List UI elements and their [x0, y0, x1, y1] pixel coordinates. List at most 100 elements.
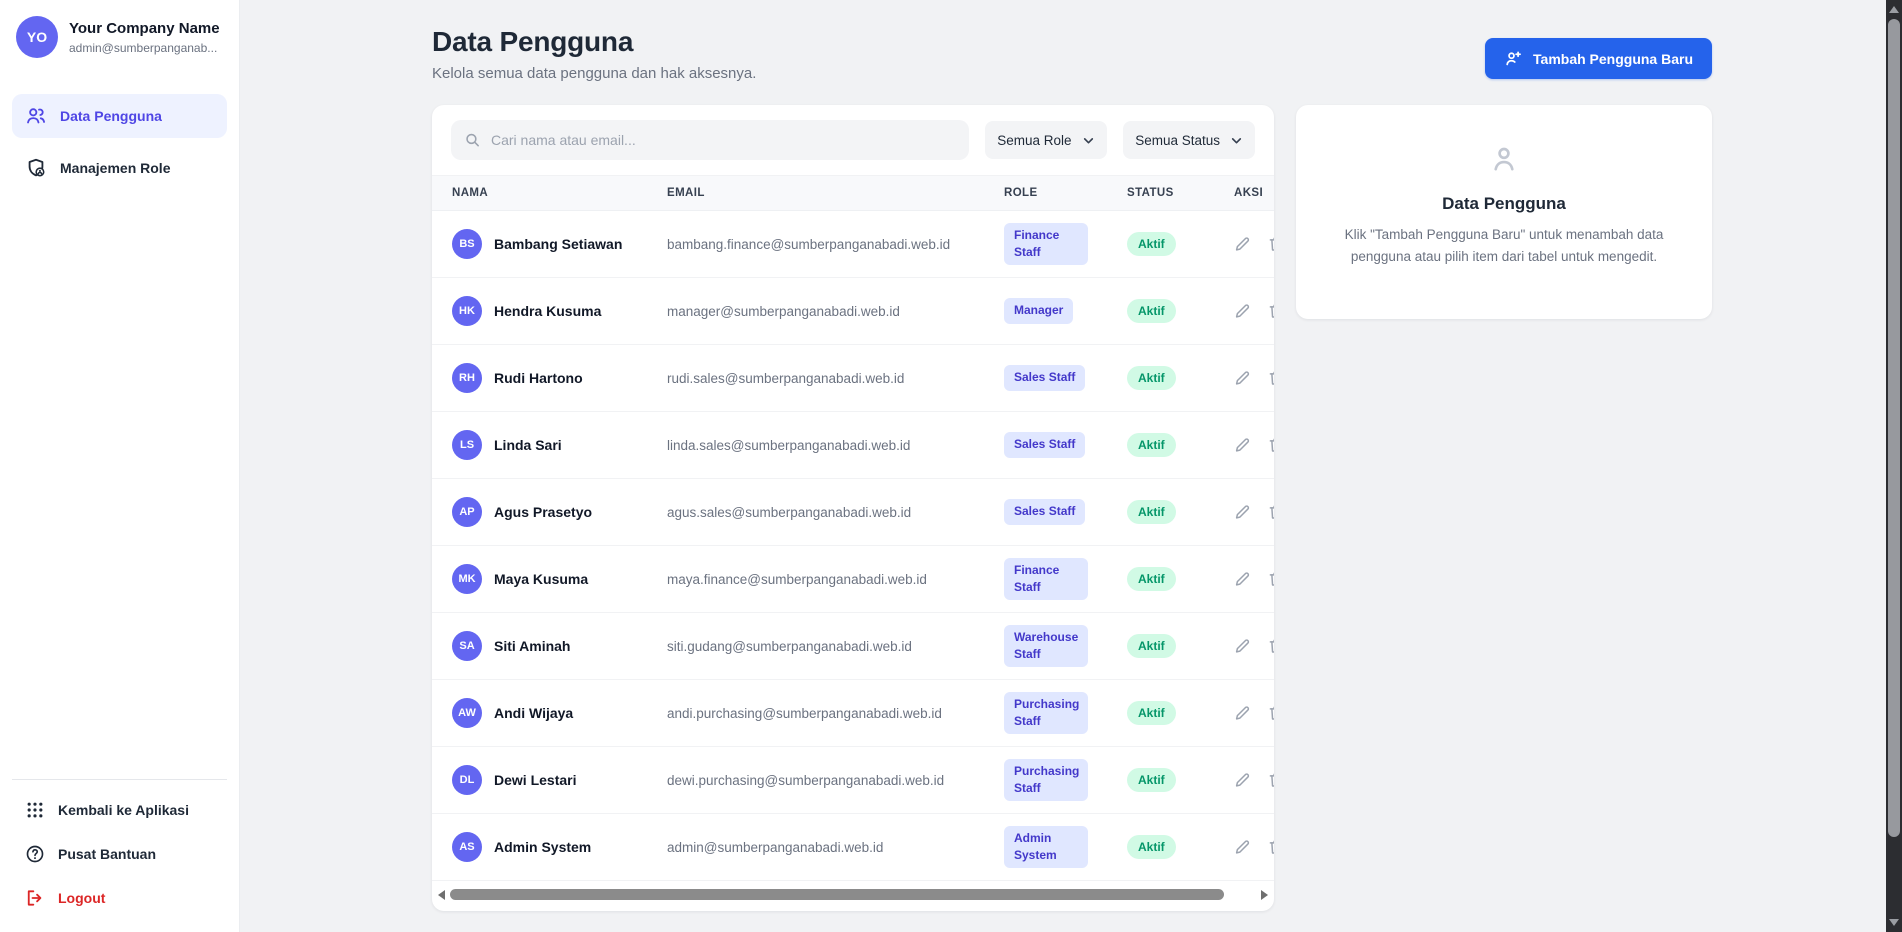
search-input[interactable] [451, 120, 969, 160]
user-name: Hendra Kusuma [494, 303, 601, 319]
main-content: Data Pengguna Kelola semua data pengguna… [240, 0, 1902, 932]
sidebar-item-label: Manajemen Role [60, 160, 170, 176]
add-user-button[interactable]: Tambah Pengguna Baru [1485, 38, 1712, 79]
role-badge: Purchasing Staff [1004, 692, 1088, 735]
person-icon [1488, 143, 1520, 175]
logout-icon [25, 888, 45, 908]
sidebar-footer: Kembali ke Aplikasi Pusat Bantuan Logo [12, 779, 227, 918]
chevron-down-icon [1230, 134, 1243, 147]
table-row[interactable]: BS Bambang Setiawan bambang.finance@sumb… [432, 211, 1274, 278]
role-badge: Warehouse Staff [1004, 625, 1088, 668]
table-row[interactable]: LS Linda Sari linda.sales@sumberpanganab… [432, 412, 1274, 479]
scroll-left-arrow-icon[interactable] [438, 890, 445, 900]
company-avatar: YO [16, 16, 58, 58]
delete-button[interactable] [1267, 302, 1274, 320]
table-row[interactable]: DL Dewi Lestari dewi.purchasing@sumberpa… [432, 747, 1274, 814]
edit-button[interactable] [1234, 503, 1252, 521]
table-row[interactable]: RH Rudi Hartono rudi.sales@sumberpangana… [432, 345, 1274, 412]
scroll-up-arrow-icon[interactable] [1889, 6, 1899, 13]
horizontal-scrollbar-thumb[interactable] [450, 889, 1224, 900]
delete-button[interactable] [1267, 637, 1274, 655]
page-subtitle: Kelola semua data pengguna dan hak akses… [432, 65, 756, 82]
edit-button[interactable] [1234, 637, 1252, 655]
user-email: manager@sumberpanganabadi.web.id [667, 304, 1004, 319]
user-email: siti.gudang@sumberpanganabadi.web.id [667, 639, 1004, 654]
user-plus-icon [1504, 49, 1523, 68]
user-avatar: MK [452, 564, 482, 594]
edit-button[interactable] [1234, 570, 1252, 588]
status-badge: Aktif [1127, 701, 1176, 725]
chevron-down-icon [1082, 134, 1095, 147]
user-email: agus.sales@sumberpanganabadi.web.id [667, 505, 1004, 520]
detail-panel: Data Pengguna Klik "Tambah Pengguna Baru… [1296, 105, 1712, 319]
table-body: BS Bambang Setiawan bambang.finance@sumb… [432, 211, 1274, 881]
status-badge: Aktif [1127, 232, 1176, 256]
edit-button[interactable] [1234, 704, 1252, 722]
sidebar-item-label: Data Pengguna [60, 108, 162, 124]
status-filter-select[interactable]: Semua Status [1123, 121, 1255, 159]
table-row[interactable]: SA Siti Aminah siti.gudang@sumberpangana… [432, 613, 1274, 680]
table-row[interactable]: AP Agus Prasetyo agus.sales@sumberpangan… [432, 479, 1274, 546]
page-header: Data Pengguna Kelola semua data pengguna… [432, 26, 1712, 82]
user-avatar: HK [452, 296, 482, 326]
status-badge: Aktif [1127, 835, 1176, 859]
edit-button[interactable] [1234, 302, 1252, 320]
sidebar-item-data-pengguna[interactable]: Data Pengguna [12, 94, 227, 138]
back-to-app-button[interactable]: Kembali ke Aplikasi [12, 790, 227, 830]
sidebar-nav: Data Pengguna Manajemen Role [12, 94, 227, 190]
sidebar-item-manajemen-role[interactable]: Manajemen Role [12, 146, 227, 190]
delete-button[interactable] [1267, 503, 1274, 521]
edit-button[interactable] [1234, 838, 1252, 856]
edit-button[interactable] [1234, 369, 1252, 387]
delete-button[interactable] [1267, 704, 1274, 722]
grid-icon [25, 800, 45, 820]
user-name: Bambang Setiawan [494, 236, 622, 252]
scroll-right-arrow-icon[interactable] [1261, 890, 1268, 900]
user-name: Dewi Lestari [494, 772, 576, 788]
delete-button[interactable] [1267, 771, 1274, 789]
table-row[interactable]: AS Admin System admin@sumberpanganabadi.… [432, 814, 1274, 881]
role-filter-value: Semua Role [997, 133, 1071, 148]
column-header-nama: NAMA [452, 187, 667, 199]
table-scroller: NAMA EMAIL ROLE STATUS AKSI BS Bambang S… [432, 175, 1274, 881]
delete-button[interactable] [1267, 570, 1274, 588]
help-icon [25, 844, 45, 864]
user-avatar: DL [452, 765, 482, 795]
table-row[interactable]: MK Maya Kusuma maya.finance@sumberpangan… [432, 546, 1274, 613]
user-avatar: SA [452, 631, 482, 661]
logout-button[interactable]: Logout [12, 878, 227, 918]
scroll-down-arrow-icon[interactable] [1889, 919, 1899, 926]
user-email: bambang.finance@sumberpanganabadi.web.id [667, 237, 1004, 252]
user-name: Agus Prasetyo [494, 504, 592, 520]
column-header-aksi: AKSI [1234, 187, 1274, 199]
company-email: admin@sumberpanganab... [69, 41, 220, 55]
horizontal-scrollbar[interactable] [436, 887, 1270, 903]
help-center-button[interactable]: Pusat Bantuan [12, 834, 227, 874]
edit-button[interactable] [1234, 436, 1252, 454]
delete-button[interactable] [1267, 369, 1274, 387]
table-row[interactable]: HK Hendra Kusuma manager@sumberpanganaba… [432, 278, 1274, 345]
status-badge: Aktif [1127, 567, 1176, 591]
role-badge: Sales Staff [1004, 499, 1085, 524]
role-badge: Sales Staff [1004, 365, 1085, 390]
edit-button[interactable] [1234, 771, 1252, 789]
delete-button[interactable] [1267, 838, 1274, 856]
edit-button[interactable] [1234, 235, 1252, 253]
user-name: Rudi Hartono [494, 370, 583, 386]
status-badge: Aktif [1127, 433, 1176, 457]
role-filter-select[interactable]: Semua Role [985, 121, 1107, 159]
user-email: andi.purchasing@sumberpanganabadi.web.id [667, 706, 1004, 721]
vertical-scrollbar[interactable] [1886, 0, 1902, 932]
role-badge: Finance Staff [1004, 558, 1088, 601]
page-title: Data Pengguna [432, 26, 756, 58]
vertical-scrollbar-thumb[interactable] [1888, 19, 1900, 837]
sidebar: YO Your Company Name admin@sumberpangana… [0, 0, 240, 932]
role-badge: Purchasing Staff [1004, 759, 1088, 802]
status-badge: Aktif [1127, 500, 1176, 524]
users-table-card: Semua Role Semua Status [432, 105, 1274, 911]
company-profile: YO Your Company Name admin@sumberpangana… [12, 14, 227, 68]
delete-button[interactable] [1267, 235, 1274, 253]
table-row[interactable]: AW Andi Wijaya andi.purchasing@sumberpan… [432, 680, 1274, 747]
delete-button[interactable] [1267, 436, 1274, 454]
search-icon [464, 132, 481, 149]
